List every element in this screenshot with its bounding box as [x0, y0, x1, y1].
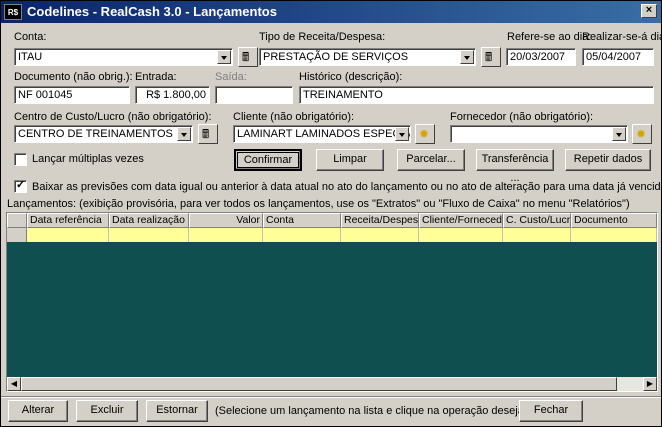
repetir-dados-button[interactable]: Repetir dados — [565, 149, 651, 171]
confirmar-button[interactable]: Confirmar — [234, 149, 302, 171]
cliente-new-button[interactable]: ✹ — [415, 124, 435, 144]
close-button[interactable]: × — [641, 4, 657, 18]
hint-text: (Selecione um lançamento na lista e cliq… — [215, 405, 540, 417]
scroll-thumb[interactable] — [21, 377, 617, 391]
refere-label: Refere-se ao dia: — [507, 31, 592, 43]
fechar-button[interactable]: Fechar — [519, 400, 583, 422]
cliente-label: Cliente (não obrigatório): — [233, 111, 355, 123]
excluir-button[interactable]: Excluir — [76, 400, 138, 422]
cliente-value: LAMINART LAMINADOS ESPECIAIS — [237, 128, 411, 140]
sun-icon: ✹ — [419, 127, 430, 141]
tipo-value: PRESTAÇÃO DE SERVIÇOS — [263, 51, 409, 63]
saida-label: Saída: — [215, 71, 247, 83]
documento-label: Documento (não obrig.): — [14, 71, 133, 83]
conta-select[interactable]: ITAU — [14, 48, 233, 66]
conta-label: Conta: — [14, 31, 47, 43]
lancamentos-grid[interactable]: Data referência Data realização Valor Co… — [6, 212, 658, 392]
centro-select[interactable]: CENTRO DE TREINAMENTOS — [14, 125, 193, 143]
table-row[interactable] — [7, 228, 657, 242]
app-icon: R$ — [4, 4, 22, 20]
table-cell[interactable] — [341, 228, 419, 242]
table-cell[interactable] — [189, 228, 263, 242]
col-header[interactable]: Receita/Despesa — [341, 213, 419, 228]
baixar-checkbox[interactable] — [14, 178, 27, 193]
parcelar-button[interactable]: Parcelar... — [397, 149, 465, 171]
scroll-right-icon[interactable]: ▶ — [643, 377, 657, 391]
scroll-left-icon[interactable]: ◀ — [7, 377, 21, 391]
entrada-label: Entrada: — [135, 71, 177, 83]
col-header[interactable]: Documento — [571, 213, 657, 228]
calculator-icon: 🖩 — [202, 127, 210, 141]
refere-date-input[interactable]: 20/03/2007 — [506, 48, 576, 66]
window-title: Codelines - RealCash 3.0 - Lançamentos — [27, 4, 277, 19]
calculator-icon: 🖩 — [242, 50, 250, 64]
grid-header: Data referência Data realização Valor Co… — [7, 213, 657, 228]
horizontal-scrollbar[interactable]: ◀ ▶ — [7, 377, 657, 391]
fornecedor-label: Fornecedor (não obrigatório): — [450, 111, 594, 123]
tipo-lookup-button[interactable]: 🖩 — [481, 47, 501, 67]
centro-value: CENTRO DE TREINAMENTOS — [18, 128, 173, 140]
lancamentos-label: Lançamentos: (exibição provisória, para … — [7, 198, 630, 210]
main-window: R$ Codelines - RealCash 3.0 - Lançamento… — [0, 0, 662, 427]
col-header[interactable]: Conta — [263, 213, 341, 228]
entrada-input[interactable]: R$ 1.800,00 — [135, 86, 210, 104]
chevron-down-icon[interactable] — [217, 50, 231, 64]
chevron-down-icon[interactable] — [460, 50, 474, 64]
chevron-down-icon[interactable] — [612, 127, 626, 141]
table-cell[interactable] — [109, 228, 189, 242]
realizar-date-input[interactable]: 05/04/2007 — [582, 48, 654, 66]
chevron-down-icon[interactable] — [395, 127, 409, 141]
baixar-label: Baixar as previsões com data igual ou an… — [32, 181, 662, 193]
table-cell[interactable] — [263, 228, 341, 242]
conta-value: ITAU — [18, 51, 43, 63]
centro-lookup-button[interactable]: 🖩 — [198, 124, 218, 144]
documento-input[interactable]: NF 001045 — [14, 86, 130, 104]
alterar-button[interactable]: Alterar — [8, 400, 68, 422]
multiplas-label: Lançar múltiplas vezes — [32, 153, 144, 165]
tipo-select[interactable]: PRESTAÇÃO DE SERVIÇOS — [259, 48, 476, 66]
multiplas-checkbox[interactable] — [14, 153, 27, 166]
fornecedor-new-button[interactable]: ✹ — [632, 124, 652, 144]
saida-input[interactable] — [215, 86, 293, 104]
fornecedor-select[interactable] — [450, 125, 628, 143]
cliente-select[interactable]: LAMINART LAMINADOS ESPECIAIS — [233, 125, 411, 143]
title-bar: R$ Codelines - RealCash 3.0 - Lançamento… — [1, 1, 661, 23]
sun-icon: ✹ — [636, 127, 647, 141]
table-cell[interactable] — [419, 228, 503, 242]
centro-label: Centro de Custo/Lucro (não obrigatório): — [14, 111, 212, 123]
realizar-label: Realizar-se-á dia: — [582, 31, 662, 43]
grid-indicator-header — [7, 213, 27, 228]
estornar-button[interactable]: Estornar — [146, 400, 208, 422]
col-header[interactable]: Data referência — [27, 213, 109, 228]
historico-input[interactable]: TREINAMENTO — [299, 86, 654, 104]
calculator-icon: 🖩 — [485, 50, 493, 64]
col-header[interactable]: Cliente/Fornecedor — [419, 213, 503, 228]
transferencia-button[interactable]: Transferência ... — [476, 149, 554, 184]
limpar-button[interactable]: Limpar — [316, 149, 384, 171]
col-header[interactable]: Valor — [189, 213, 263, 228]
table-cell[interactable] — [503, 228, 571, 242]
table-cell[interactable] — [571, 228, 657, 242]
historico-label: Histórico (descrição): — [299, 71, 403, 83]
conta-lookup-button[interactable]: 🖩 — [238, 47, 258, 67]
col-header[interactable]: Data realização — [109, 213, 189, 228]
table-cell[interactable] — [27, 228, 109, 242]
chevron-down-icon[interactable] — [177, 127, 191, 141]
tipo-label: Tipo de Receita/Despesa: — [259, 31, 386, 43]
row-indicator — [7, 228, 27, 242]
col-header[interactable]: C. Custo/Lucro — [503, 213, 571, 228]
divider — [1, 396, 661, 398]
